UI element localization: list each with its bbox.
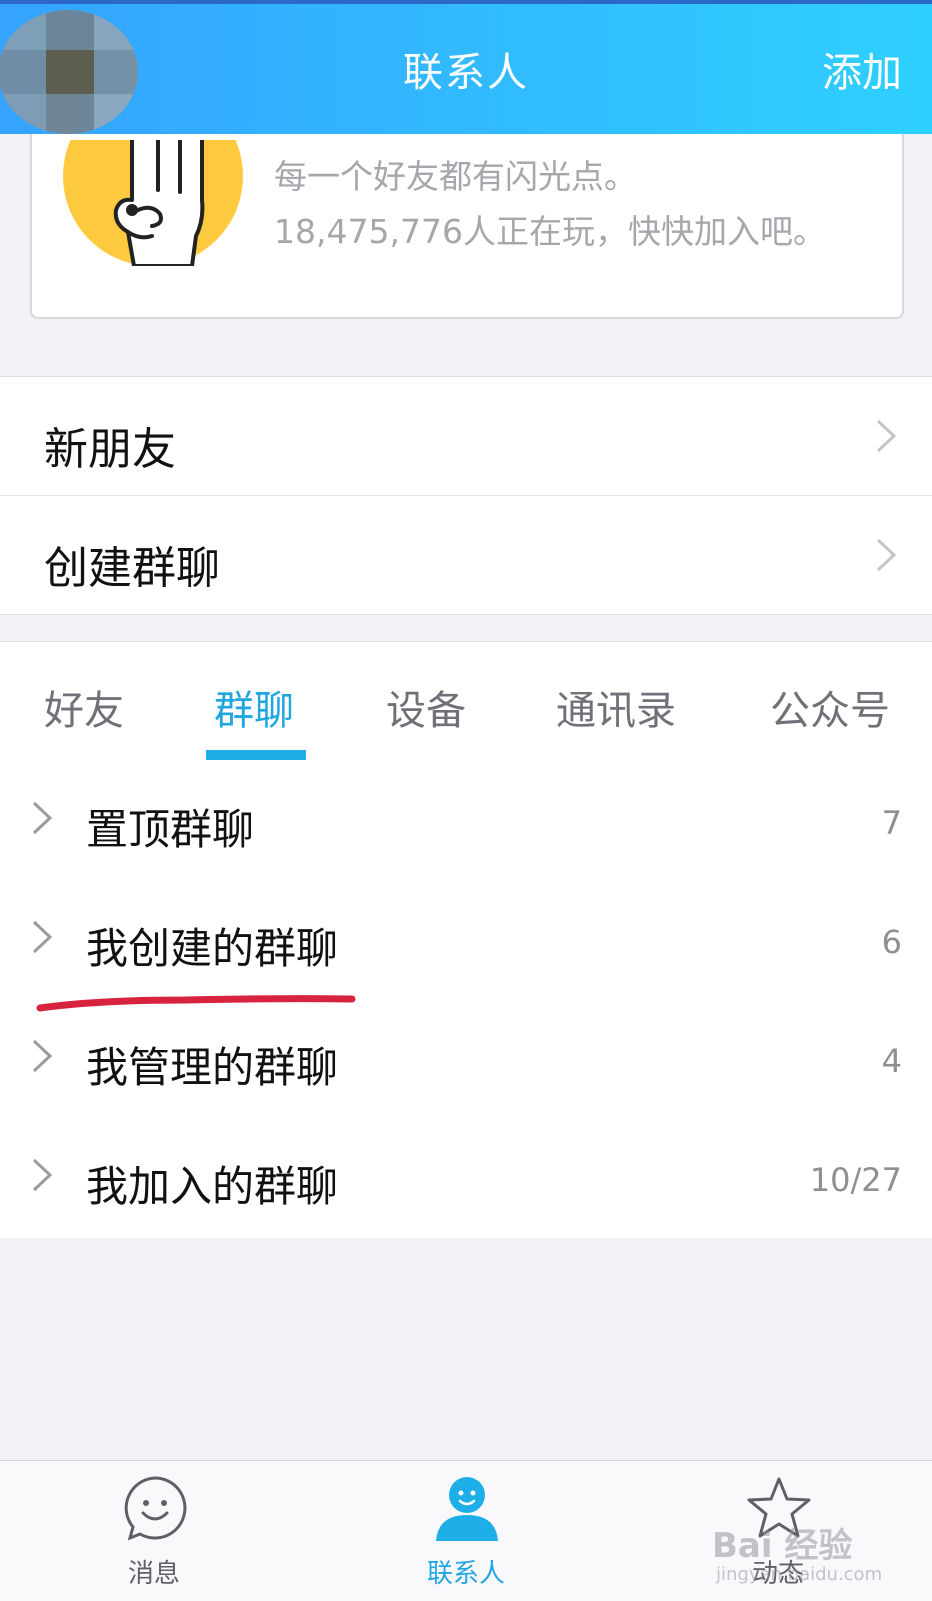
nav-messages[interactable]: 消息 <box>74 1461 234 1601</box>
new-friends-row[interactable]: 新朋友 <box>0 377 932 495</box>
promo-headline: 每一个好友都有闪光点。 <box>274 157 637 196</box>
contact-menu: 新朋友 创建群聊 <box>0 376 932 615</box>
create-group-row[interactable]: 创建群聊 <box>0 495 932 614</box>
active-tab-indicator <box>206 750 306 760</box>
group-row-created[interactable]: 我创建的群聊 6 <box>0 879 932 997</box>
new-friends-label: 新朋友 <box>44 424 176 475</box>
nav-contacts-label: 联系人 <box>426 1559 505 1589</box>
group-row-label: 我创建的群聊 <box>86 924 339 973</box>
chevron-right-icon <box>32 920 53 954</box>
tab-address-book[interactable]: 通讯录 <box>556 678 676 736</box>
bottom-tab-bar: 消息 联系人 动态 <box>0 1460 932 1601</box>
chevron-right-icon <box>876 538 897 572</box>
tab-devices[interactable]: 设备 <box>386 678 466 736</box>
nav-moments-label: 动态 <box>751 1559 804 1589</box>
group-row-joined[interactable]: 我加入的群聊 10/27 <box>0 1117 932 1235</box>
nav-moments[interactable]: 动态 <box>698 1461 858 1601</box>
group-row-label: 我管理的群聊 <box>86 1043 339 1092</box>
tab-groups[interactable]: 群聊 <box>214 678 294 736</box>
page-title: 联系人 <box>403 50 529 96</box>
group-count: 7 <box>881 804 902 842</box>
promo-player-count: 18,475,776人正在玩，快快加入吧。 <box>274 212 826 251</box>
group-count: 6 <box>881 923 902 961</box>
nav-contacts[interactable]: 联系人 <box>386 1461 546 1601</box>
top-header: 联系人 添加 <box>0 0 932 134</box>
red-underline-annotation <box>36 995 356 1012</box>
group-count: 10/27 <box>809 1161 902 1199</box>
chevron-right-icon <box>32 801 53 835</box>
smiley-chat-icon <box>124 1476 187 1541</box>
tab-official-accounts[interactable]: 公众号 <box>770 678 890 736</box>
contact-tabs: 好友 群聊 设备 通讯录 公众号 <box>0 641 932 761</box>
create-group-label: 创建群聊 <box>44 543 220 594</box>
tab-friends[interactable]: 好友 <box>44 678 124 736</box>
contact-person-icon <box>436 1477 498 1541</box>
chevron-right-icon <box>32 1158 53 1192</box>
status-strip <box>0 0 932 4</box>
group-row-label: 置顶群聊 <box>86 805 255 854</box>
star-icon <box>747 1477 811 1538</box>
hand-gesture-illustration <box>62 140 244 266</box>
chevron-right-icon <box>32 1039 53 1073</box>
nav-messages-label: 消息 <box>127 1559 180 1589</box>
chevron-right-icon <box>876 419 897 453</box>
group-count: 4 <box>881 1042 902 1080</box>
add-button[interactable]: 添加 <box>822 40 902 98</box>
group-row-pinned[interactable]: 置顶群聊 7 <box>0 760 932 878</box>
group-row-label: 我加入的群聊 <box>86 1162 339 1211</box>
promo-card[interactable]: 每一个好友都有闪光点。 18,475,776人正在玩，快快加入吧。 <box>30 110 904 319</box>
